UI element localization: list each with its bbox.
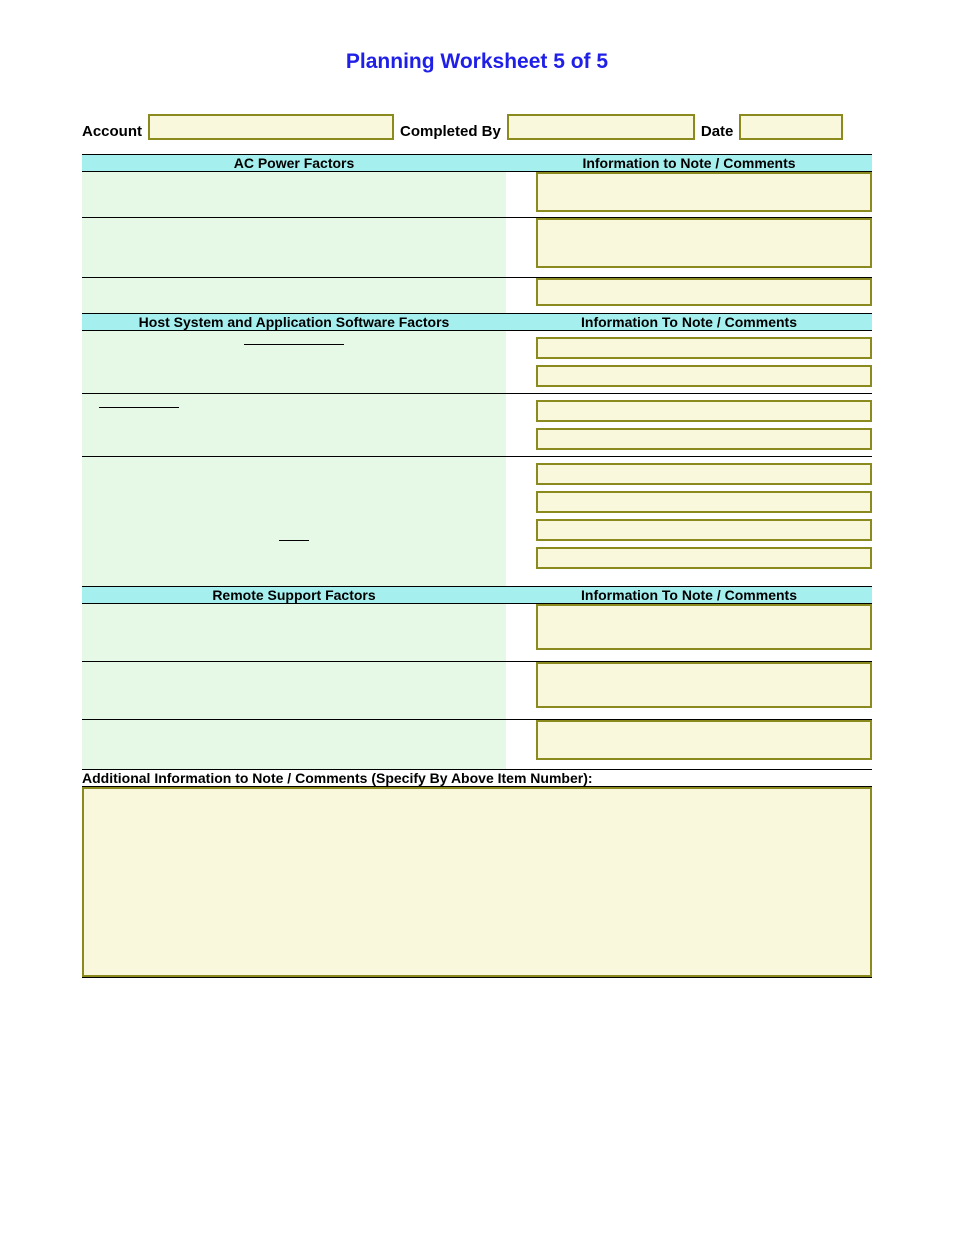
account-field[interactable] [148,114,394,140]
additional-comments-field[interactable] [82,787,872,977]
table-row: xx [82,394,872,457]
section-head-remote-support-right: Information To Note / Comments [506,587,872,604]
table-row [82,457,872,587]
section-head-ac-power-right: Information to Note / Comments [506,155,872,172]
additional-info-label: Additional Information to Note / Comment… [82,770,872,787]
comment-field[interactable] [536,428,872,450]
table-row [82,720,872,770]
date-label: Date [701,123,734,140]
table-row [82,662,872,720]
table-row [82,604,872,662]
table-row [82,278,872,314]
blank-underline[interactable] [99,394,179,408]
comment-field[interactable] [536,463,872,485]
comment-field[interactable] [536,720,872,760]
comment-field[interactable] [536,604,872,650]
comment-field[interactable] [536,547,872,569]
comment-field[interactable] [536,491,872,513]
section-head-remote-support: Remote Support Factors [82,587,506,604]
page-title: Planning Worksheet 5 of 5 [82,50,872,74]
table-row [82,172,872,218]
comment-field[interactable] [536,400,872,422]
worksheet-table: AC Power Factors Information to Note / C… [82,154,872,978]
account-label: Account [82,123,142,140]
section-head-host-software-right: Information To Note / Comments [506,314,872,331]
comment-field[interactable] [536,218,872,268]
section-head-ac-power: AC Power Factors [82,155,506,172]
worksheet-page: Planning Worksheet 5 of 5 Account Comple… [0,0,954,1078]
completed-by-field[interactable] [507,114,695,140]
blank-underline[interactable] [279,527,309,541]
table-row [82,218,872,278]
comment-field[interactable] [536,172,872,212]
comment-field[interactable] [536,365,872,387]
comment-field[interactable] [536,519,872,541]
date-field[interactable] [739,114,843,140]
completed-by-label: Completed By [400,123,501,140]
blank-underline[interactable] [244,331,344,345]
comment-field[interactable] [536,337,872,359]
section-head-host-software: Host System and Application Software Fac… [82,314,506,331]
comment-field[interactable] [536,662,872,708]
additional-info-row [82,787,872,978]
comment-field[interactable] [536,278,872,306]
table-row [82,331,872,394]
header-row: Account Completed By Date [82,114,872,140]
